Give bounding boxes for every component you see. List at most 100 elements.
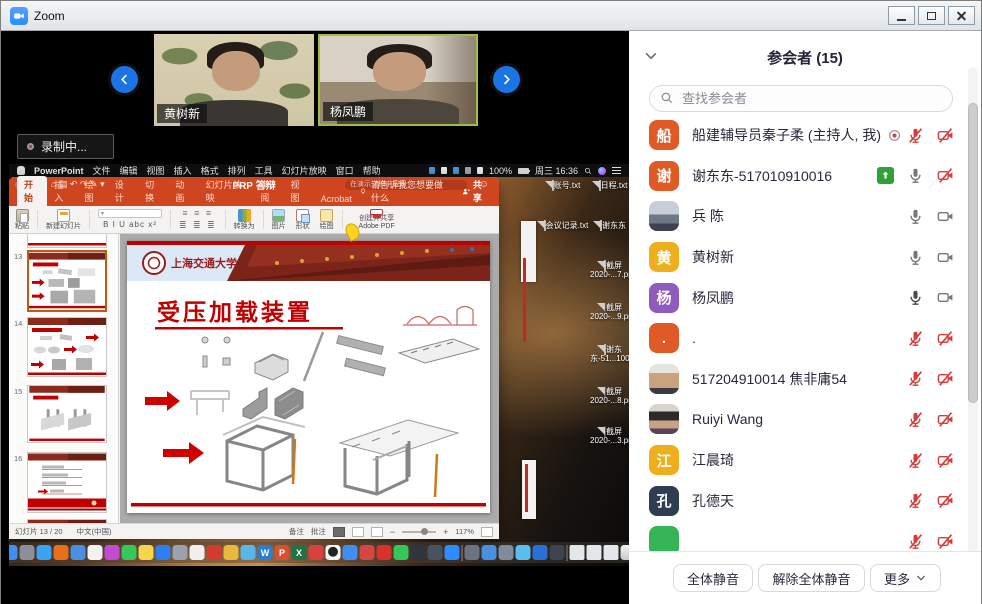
dock-netease-mail-icon[interactable] [309, 545, 324, 560]
mac-app-menu[interactable]: PowerPoint [34, 166, 84, 176]
dock-stack-screenshots-icon[interactable] [604, 545, 619, 560]
dock-picgo-icon[interactable] [241, 545, 256, 560]
draw-button[interactable]: 绘图 [318, 208, 336, 231]
dock-word-icon[interactable]: W [258, 545, 273, 560]
insert-picture-button[interactable]: 图片 [270, 208, 288, 231]
tab-design[interactable]: 设计 [108, 176, 138, 206]
maximize-button[interactable] [918, 6, 945, 25]
convert-smartart-button[interactable]: 转换为 [232, 208, 257, 231]
slide-thumbnail[interactable] [27, 385, 107, 443]
desktop-file[interactable]: 谢东东 [590, 221, 629, 230]
dock-folder-icon[interactable] [224, 545, 239, 560]
siri-icon[interactable] [598, 167, 606, 175]
dock-settings-icon[interactable] [499, 545, 514, 560]
dock-facetime-icon[interactable] [122, 545, 137, 560]
font-style-buttons[interactable]: B I U abc x² [103, 220, 157, 230]
dock-launchpad-icon[interactable] [20, 545, 35, 560]
slideshow-view-button[interactable] [371, 527, 383, 537]
participant-row[interactable]: . . [629, 318, 981, 359]
menubar-clock[interactable]: 周三 16:36 [535, 164, 578, 177]
dock-trash-icon[interactable] [621, 545, 630, 560]
video-tile[interactable]: 黄树新 [154, 34, 314, 126]
dock-finder-icon[interactable] [9, 545, 18, 560]
status-icon[interactable] [429, 167, 435, 174]
zoom-percent[interactable]: 117% [455, 527, 474, 536]
dock-music-icon[interactable] [105, 545, 120, 560]
participant-row[interactable]: 杨 杨凤鹏 [629, 277, 981, 318]
notification-center-icon[interactable] [612, 167, 621, 174]
notes-button[interactable]: 备注 [289, 526, 304, 537]
tab-animations[interactable]: 动画 [168, 176, 198, 206]
comments-button[interactable]: 批注 [311, 526, 326, 537]
next-videos-button[interactable] [493, 66, 520, 93]
tab-transitions[interactable]: 切换 [138, 176, 168, 206]
dock-pages-icon[interactable] [190, 545, 205, 560]
paragraph-group[interactable]: ≡ ≡ ≡ ≣ ≣ ≣ [177, 208, 219, 231]
tab-insert[interactable]: 插入 [47, 176, 77, 206]
more-button[interactable]: 更多 [870, 564, 941, 592]
dock-play-icon[interactable] [394, 545, 409, 560]
mac-menu-item[interactable]: 窗口 [336, 164, 354, 177]
dock-time-machine-icon[interactable] [360, 545, 375, 560]
font-name-select[interactable]: ▾ [98, 209, 162, 218]
dock-firefox-icon[interactable] [54, 545, 69, 560]
apple-menu-icon[interactable] [17, 166, 25, 175]
search-input[interactable] [649, 85, 953, 112]
share-button[interactable]: 共享 [452, 178, 499, 206]
participant-row[interactable] [629, 521, 981, 551]
status-icon[interactable] [441, 167, 447, 174]
participant-row[interactable]: 江 江晨琦 [629, 440, 981, 481]
dock-zoom-icon[interactable] [445, 545, 460, 560]
dock-bluetooth-exchange-icon[interactable] [465, 545, 480, 560]
paste-button[interactable]: 粘贴 [13, 208, 31, 231]
dock-maps-icon[interactable] [516, 545, 531, 560]
dock-monitor-icon[interactable] [550, 545, 565, 560]
tell-me-box[interactable]: 请告诉我您想要做什么 [359, 178, 452, 206]
participant-row[interactable]: 517204910014 焦非庸54 [629, 359, 981, 400]
tab-home[interactable]: 开始 [17, 176, 47, 206]
minimize-button[interactable] [888, 6, 915, 25]
status-icon[interactable] [453, 167, 459, 174]
dock-photos-icon[interactable] [88, 545, 103, 560]
tab-acrobat[interactable]: Acrobat [314, 192, 359, 206]
dock-terminal-icon[interactable] [411, 545, 426, 560]
mute-all-button[interactable]: 全体静音 [673, 564, 753, 592]
slide-sorter-view-button[interactable] [352, 527, 364, 537]
desktop-file[interactable]: 截屏2020-...3.png [590, 427, 629, 445]
dock-stack-documents-icon[interactable] [570, 545, 585, 560]
zoom-slider[interactable] [402, 531, 436, 533]
desktop-file[interactable]: 账号.txt [543, 181, 589, 190]
dock-tim-icon[interactable] [343, 545, 358, 560]
desktop-file[interactable]: 谢东东-51...10016 [590, 345, 629, 363]
participant-row[interactable]: 孔 孔德天 [629, 480, 981, 521]
slide-thumbnail-12-partial[interactable] [27, 234, 107, 248]
dock-powerpoint-icon[interactable]: P [275, 545, 290, 560]
dock-qq-icon[interactable] [326, 545, 341, 560]
desktop-file[interactable]: 日程.txt [590, 181, 629, 190]
desktop-file[interactable]: 会议记录.txt [543, 221, 589, 230]
desktop-file[interactable]: 截屏2020-...7.png [590, 261, 629, 279]
slide-thumbnail-selected[interactable] [27, 250, 107, 312]
tab-view[interactable]: 视图 [284, 176, 314, 206]
language-indicator[interactable]: 中文(中国) [77, 526, 112, 537]
fit-to-window-button[interactable] [481, 527, 493, 537]
dock-chrome-icon[interactable] [482, 545, 497, 560]
previous-videos-button[interactable] [111, 66, 138, 93]
dock-pdf-reader-icon[interactable] [207, 545, 222, 560]
tab-draw[interactable]: 绘图 [78, 176, 108, 206]
dock-vm-icon[interactable] [428, 545, 443, 560]
unmute-all-button[interactable]: 解除全体静音 [758, 564, 864, 592]
dock-safari-icon[interactable] [37, 545, 52, 560]
desktop-file[interactable]: 截屏2020-...8.png [590, 387, 629, 405]
new-slide-button[interactable]: 新建幻灯片 [44, 208, 83, 231]
tab-slideshow[interactable]: 幻灯片放映 [199, 176, 254, 206]
font-group[interactable]: ▾ B I U abc x² [96, 208, 164, 231]
panel-scrollbar-thumb[interactable] [968, 103, 978, 403]
participant-row[interactable]: 谢 谢东东-517010910016 [629, 156, 981, 197]
dock-stack-downloads-icon[interactable] [587, 545, 602, 560]
dock-snipaste-icon[interactable] [533, 545, 548, 560]
participant-row[interactable]: 黄 黄树新 [629, 237, 981, 278]
insert-shape-button[interactable]: 形状 [294, 208, 312, 231]
participant-row[interactable]: Ruiyi Wang [629, 399, 981, 440]
dock-notes-icon[interactable] [139, 545, 154, 560]
